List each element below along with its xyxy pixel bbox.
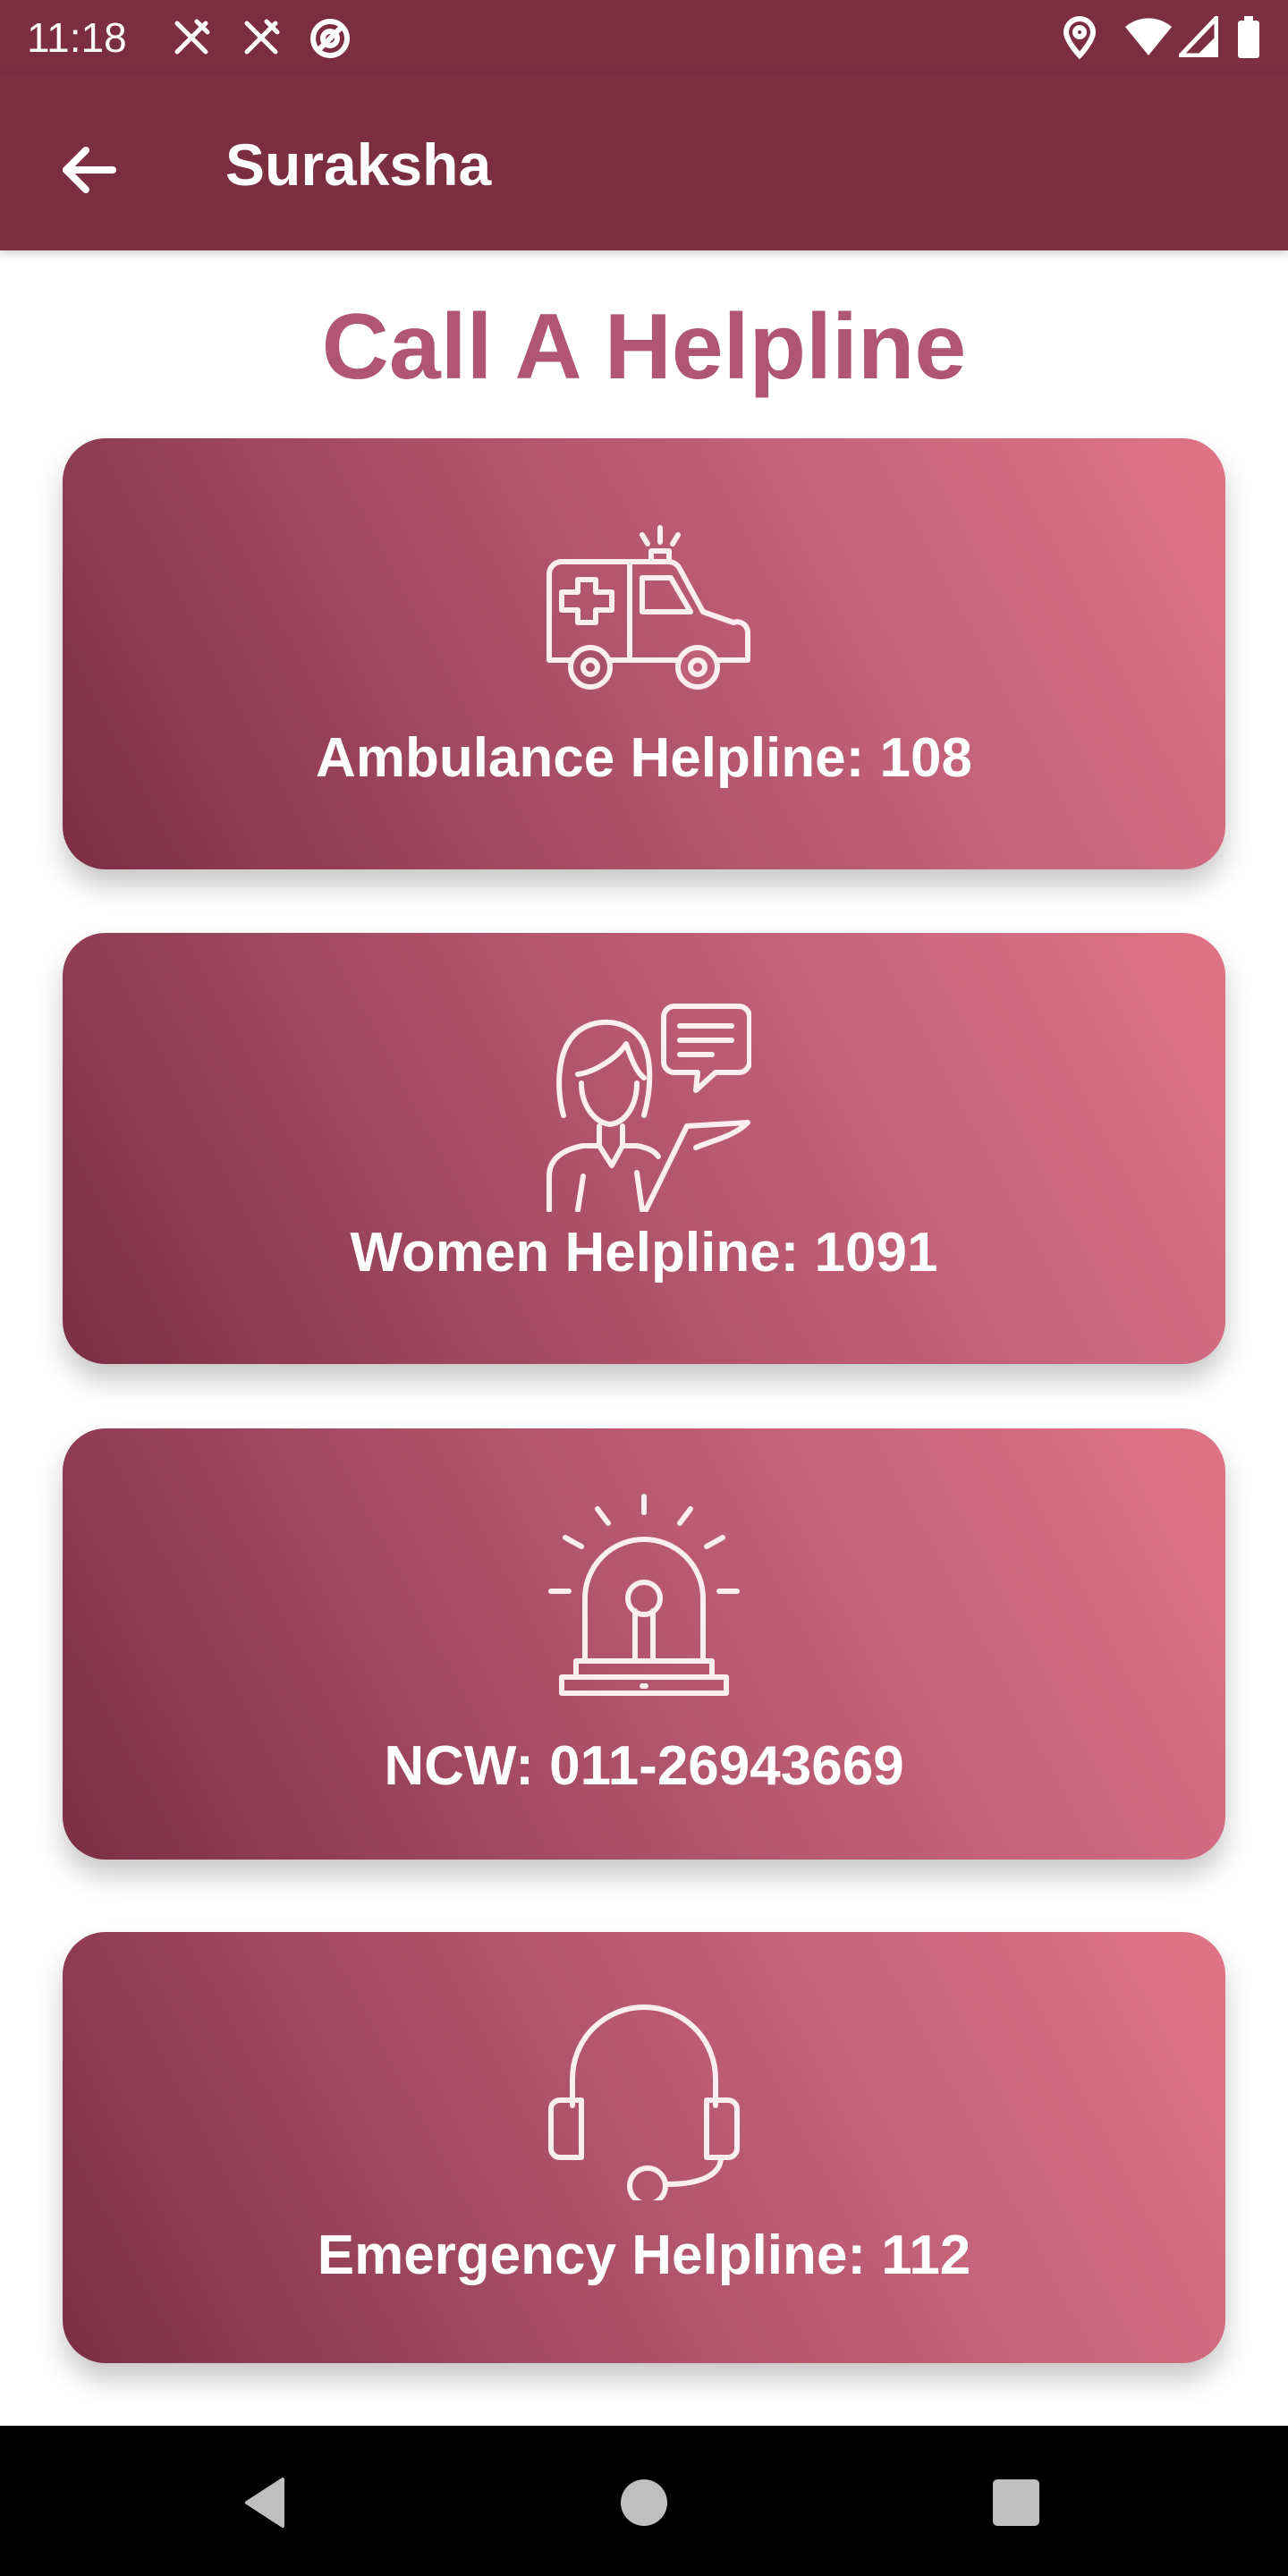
app-title: Suraksha <box>225 131 492 198</box>
status-time: 11:18 <box>27 14 127 61</box>
back-triangle-icon[interactable] <box>238 2474 295 2531</box>
siren-icon <box>537 1493 751 1699</box>
ambulance-icon <box>537 519 751 698</box>
headset-icon <box>537 1995 751 2200</box>
home-circle-icon[interactable] <box>617 2474 674 2531</box>
recents-square-icon[interactable] <box>987 2474 1045 2531</box>
card-label: Emergency Helpline: 112 <box>317 2224 971 2286</box>
card-label: NCW: 011-26943669 <box>384 1735 904 1797</box>
app-bar: Suraksha <box>0 75 1288 250</box>
wifi-icon <box>1123 16 1174 57</box>
location-pin-icon <box>1061 16 1098 59</box>
fork-knife-icon <box>170 16 213 59</box>
card-label: Women Helpline: 1091 <box>350 1222 938 1284</box>
card-label: Ambulance Helpline: 108 <box>316 727 972 789</box>
woman-support-icon <box>537 997 751 1212</box>
system-navigation-bar <box>0 2426 1288 2576</box>
fork-knife-icon <box>240 16 283 59</box>
cell-signal-icon <box>1179 16 1218 57</box>
women-helpline-card[interactable]: Women Helpline: 1091 <box>63 933 1225 1364</box>
ambulance-helpline-card[interactable]: Ambulance Helpline: 108 <box>63 438 1225 869</box>
arrow-left-icon <box>63 147 116 193</box>
battery-icon <box>1236 16 1261 59</box>
ncw-helpline-card[interactable]: NCW: 011-26943669 <box>63 1428 1225 1860</box>
emergency-helpline-card[interactable]: Emergency Helpline: 112 <box>63 1932 1225 2363</box>
page-title: Call A Helpline <box>321 295 967 399</box>
no-signal-circle-icon <box>308 16 352 61</box>
status-bar: 11:18 <box>0 0 1288 75</box>
back-button[interactable] <box>54 134 125 206</box>
